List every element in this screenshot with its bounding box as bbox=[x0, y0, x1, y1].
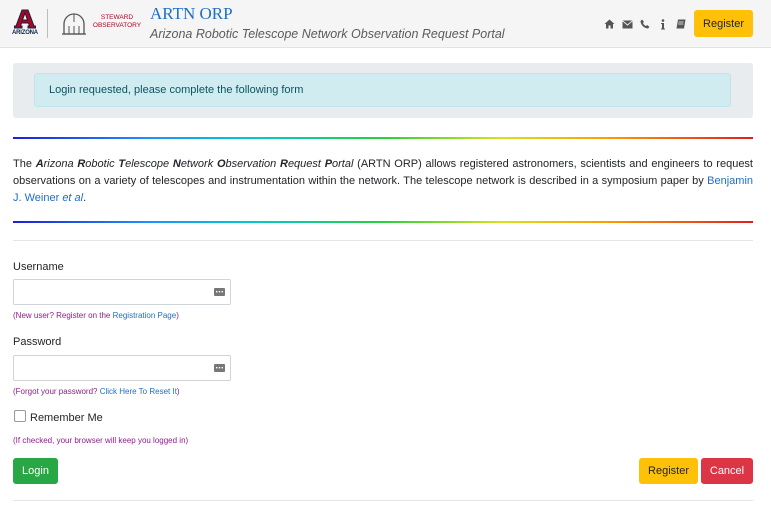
portal-name-initial: N bbox=[172, 158, 181, 170]
portal-name-italic: Arizona Robotic Telescope Network Observ… bbox=[36, 158, 354, 170]
info-alert: Login requested, please complete the fol… bbox=[34, 73, 731, 107]
home-icon[interactable] bbox=[601, 17, 617, 31]
password-help-text: (Forgot your password? Click Here To Res… bbox=[13, 387, 180, 396]
portal-name-word-rest: etwork bbox=[180, 158, 217, 170]
logo-divider bbox=[47, 9, 48, 38]
username-help-text: (New user? Register on the Registration … bbox=[13, 311, 179, 320]
info-icon[interactable] bbox=[655, 17, 671, 31]
header-register-button[interactable]: Register bbox=[694, 10, 753, 37]
remember-me-help-text: (If checked, your browser will keep you … bbox=[13, 436, 189, 445]
cancel-button[interactable]: Cancel bbox=[701, 458, 753, 484]
password-label: Password bbox=[13, 336, 62, 348]
username-input[interactable] bbox=[13, 279, 231, 305]
login-button[interactable]: Login bbox=[13, 458, 58, 484]
reset-password-link[interactable]: Click Here To Reset It bbox=[100, 387, 177, 396]
observatory-dome-icon bbox=[62, 13, 86, 35]
footer-divider bbox=[13, 500, 753, 501]
portal-name-word-rest: obotic bbox=[85, 158, 119, 170]
app-title[interactable]: ARTN ORP bbox=[150, 4, 233, 24]
top-header: ARIZONA STEWARD OBSERVATORY ARTN ORP Ari… bbox=[0, 0, 771, 48]
envelope-icon[interactable] bbox=[619, 17, 635, 31]
password-input[interactable] bbox=[13, 355, 231, 381]
portal-name-word-rest: rizona bbox=[43, 158, 78, 170]
rainbow-divider-top bbox=[13, 137, 753, 139]
remember-me-checkbox[interactable] bbox=[14, 410, 26, 422]
portal-name-word-rest: equest bbox=[287, 158, 325, 170]
portal-name-word-rest: bservation bbox=[225, 158, 280, 170]
steward-logo-text: STEWARD OBSERVATORY bbox=[92, 14, 142, 29]
registration-page-link[interactable]: Registration Page bbox=[113, 311, 177, 320]
section-divider bbox=[13, 240, 753, 241]
message-panel: Login requested, please complete the fol… bbox=[13, 63, 753, 118]
password-manager-icon[interactable] bbox=[214, 364, 225, 372]
header-icon-links bbox=[601, 17, 691, 31]
phone-icon[interactable] bbox=[637, 17, 653, 31]
book-icon[interactable] bbox=[673, 17, 689, 31]
app-subtitle: Arizona Robotic Telescope Network Observ… bbox=[150, 27, 505, 41]
intro-paragraph: The Arizona Robotic Telescope Network Ob… bbox=[13, 158, 753, 204]
remember-me-label[interactable]: Remember Me bbox=[30, 412, 103, 424]
portal-name-word-rest: elescope bbox=[125, 158, 173, 170]
steward-observatory-logo[interactable]: STEWARD OBSERVATORY bbox=[57, 8, 143, 40]
portal-name-initial: P bbox=[324, 158, 333, 170]
portal-name-initial: A bbox=[35, 158, 44, 170]
ua-logo-text: ARIZONA bbox=[12, 30, 38, 36]
university-of-arizona-logo[interactable]: ARIZONA bbox=[12, 9, 40, 39]
rainbow-divider-bottom bbox=[13, 221, 753, 223]
password-manager-icon[interactable] bbox=[214, 288, 225, 296]
portal-name-word-rest: ortal bbox=[332, 158, 354, 170]
portal-name-initial: O bbox=[216, 158, 226, 170]
arizona-a-icon bbox=[14, 9, 36, 29]
username-label: Username bbox=[13, 261, 64, 273]
register-button[interactable]: Register bbox=[639, 458, 698, 484]
portal-name-initial: R bbox=[279, 158, 288, 170]
